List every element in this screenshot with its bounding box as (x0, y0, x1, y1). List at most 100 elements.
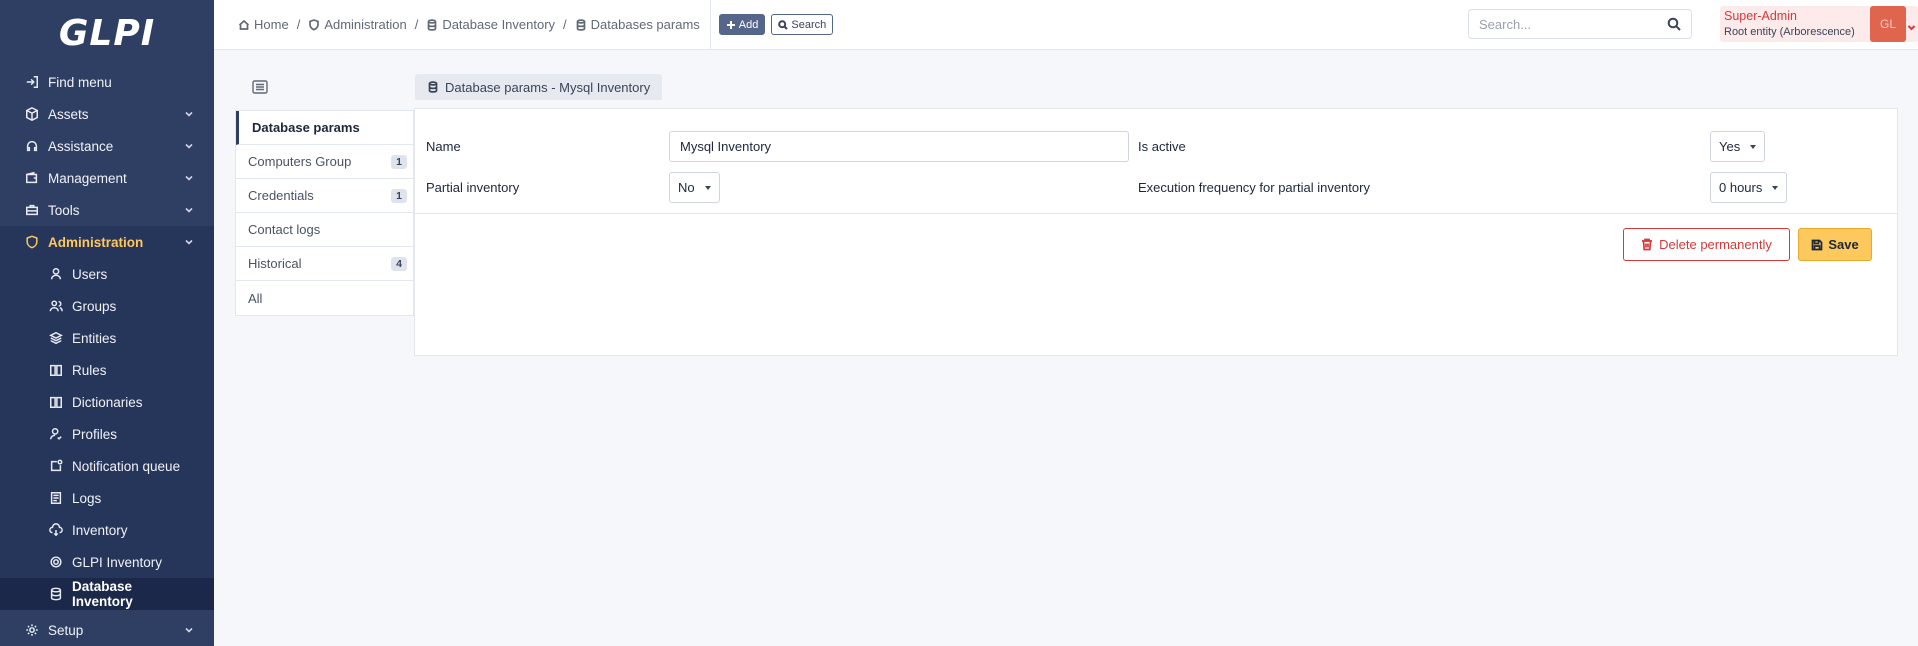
breadcrumb-administration[interactable]: Administration (308, 17, 407, 32)
save-button[interactable]: Save (1798, 228, 1872, 261)
chevron-down-icon (184, 625, 194, 635)
delete-permanently-button[interactable]: Delete permanently (1623, 228, 1790, 261)
plus-icon (726, 20, 735, 29)
sidebar-item-rules[interactable]: Rules (0, 354, 214, 386)
database-icon (48, 586, 64, 602)
chevron-down-icon (184, 173, 194, 183)
tab-database-params[interactable]: Database params (236, 111, 413, 145)
tab-historical[interactable]: Historical 4 (236, 247, 413, 281)
page-title: Database params - Mysql Inventory (415, 74, 663, 100)
count-badge: 4 (391, 256, 407, 271)
sidebar-item-assets[interactable]: Assets (0, 98, 214, 130)
sidebar-item-dictionaries[interactable]: Dictionaries (0, 386, 214, 418)
wallet-icon (24, 170, 40, 186)
execution-frequency-label: Execution frequency for partial inventor… (1138, 180, 1370, 195)
chevron-down-icon (184, 205, 194, 215)
chevron-down-icon[interactable] (1907, 20, 1916, 31)
is-active-label: Is active (1138, 139, 1186, 154)
database-icon (576, 18, 586, 31)
shield-icon (309, 18, 320, 31)
find-menu-icon (24, 74, 40, 90)
sidebar-item-groups[interactable]: Groups (0, 290, 214, 322)
news-icon (48, 490, 64, 506)
user-icon (48, 266, 64, 282)
count-badge: 1 (391, 154, 407, 169)
database-icon (427, 18, 437, 31)
tab-all[interactable]: All (236, 281, 413, 315)
toggle-tabs-icon[interactable] (252, 80, 268, 94)
settings-icon (48, 554, 64, 570)
sidebar-item-entities[interactable]: Entities (0, 322, 214, 354)
sidebar-item-inventory[interactable]: Inventory (0, 514, 214, 546)
search-icon (1667, 17, 1681, 31)
breadcrumb-home[interactable]: Home (238, 17, 289, 32)
sidebar: GLPI Find menu Assets Assistance Managem… (0, 0, 214, 646)
breadcrumb-database-inventory[interactable]: Database Inventory (426, 17, 555, 32)
gear-icon (24, 622, 40, 638)
is-active-select[interactable]: Yes (1710, 131, 1766, 162)
breadcrumb: Home / Administration / Database Invento… (214, 0, 711, 50)
sidebar-item-find-menu[interactable]: Find menu (0, 66, 214, 98)
cube-icon (24, 106, 40, 122)
trash-icon (1642, 238, 1653, 251)
name-field[interactable]: Mysql Inventory (669, 131, 1129, 162)
users-icon (48, 298, 64, 314)
sidebar-item-profiles[interactable]: Profiles (0, 418, 214, 450)
administration-submenu: Users Groups Entities Rules Dictionaries… (0, 258, 214, 610)
add-button[interactable]: Add (718, 14, 766, 35)
sidebar-item-label: Assets (48, 106, 89, 122)
count-badge: 1 (391, 188, 407, 203)
sidebar-item-database-inventory[interactable]: Database Inventory (0, 578, 214, 610)
sidebar-item-label: Notification queue (72, 458, 181, 474)
avatar[interactable]: GL (1870, 6, 1906, 42)
chevron-down-icon (184, 141, 194, 151)
headset-icon (24, 138, 40, 154)
sidebar-item-label: Profiles (72, 426, 118, 442)
sidebar-item-label: Users (72, 266, 108, 282)
briefcase-icon (24, 202, 40, 218)
caret-down-icon (1772, 185, 1779, 190)
sidebar-item-label: Find menu (48, 74, 112, 90)
sidebar-item-management[interactable]: Management (0, 162, 214, 194)
sidebar-item-notification-queue[interactable]: Notification queue (0, 450, 214, 482)
sidebar-item-setup[interactable]: Setup (0, 614, 214, 646)
partial-inventory-label: Partial inventory (426, 180, 520, 195)
book-icon (48, 362, 64, 378)
tab-contact-logs[interactable]: Contact logs (236, 213, 413, 247)
sidebar-item-label: Entities (72, 330, 117, 346)
sidebar-item-label: Tools (48, 202, 80, 218)
sidebar-item-label: Assistance (48, 138, 114, 154)
glpi-logo[interactable]: GLPI (0, 0, 214, 66)
global-search-input[interactable]: Search... (1468, 9, 1692, 39)
sidebar-item-tools[interactable]: Tools (0, 194, 214, 226)
sidebar-item-assistance[interactable]: Assistance (0, 130, 214, 162)
breadcrumb-databases-params[interactable]: Databases params (575, 17, 700, 32)
sidebar-item-label: Logs (72, 490, 102, 506)
name-label: Name (426, 139, 461, 154)
caret-down-icon (1750, 144, 1757, 149)
user-entity: Root entity (Arborescence) (1724, 26, 1855, 38)
caret-down-icon (704, 185, 711, 190)
sidebar-item-logs[interactable]: Logs (0, 482, 214, 514)
sidebar-item-administration[interactable]: Administration (0, 226, 214, 258)
cloud-download-icon (48, 522, 64, 538)
sidebar-item-label: Management (48, 170, 127, 186)
chevron-down-icon (184, 237, 194, 247)
sidebar-item-label: Setup (48, 622, 84, 638)
sidebar-item-label: Rules (72, 362, 107, 378)
database-icon (428, 81, 438, 93)
execution-frequency-select[interactable]: 0 hours (1710, 172, 1788, 203)
stack-icon (48, 330, 64, 346)
sidebar-item-users[interactable]: Users (0, 258, 214, 290)
sidebar-item-label: Administration (48, 234, 144, 250)
sidebar-item-label: Inventory (72, 522, 128, 538)
sidebar-item-glpi-inventory[interactable]: GLPI Inventory (0, 546, 214, 578)
book-icon (48, 394, 64, 410)
partial-inventory-select[interactable]: No (669, 172, 720, 203)
chevron-down-icon (184, 109, 194, 119)
tab-credentials[interactable]: Credentials 1 (236, 179, 413, 213)
search-button[interactable]: Search (771, 14, 834, 35)
tab-computers-group[interactable]: Computers Group 1 (236, 145, 413, 179)
user-check-icon (48, 426, 64, 442)
save-icon (1811, 239, 1823, 250)
